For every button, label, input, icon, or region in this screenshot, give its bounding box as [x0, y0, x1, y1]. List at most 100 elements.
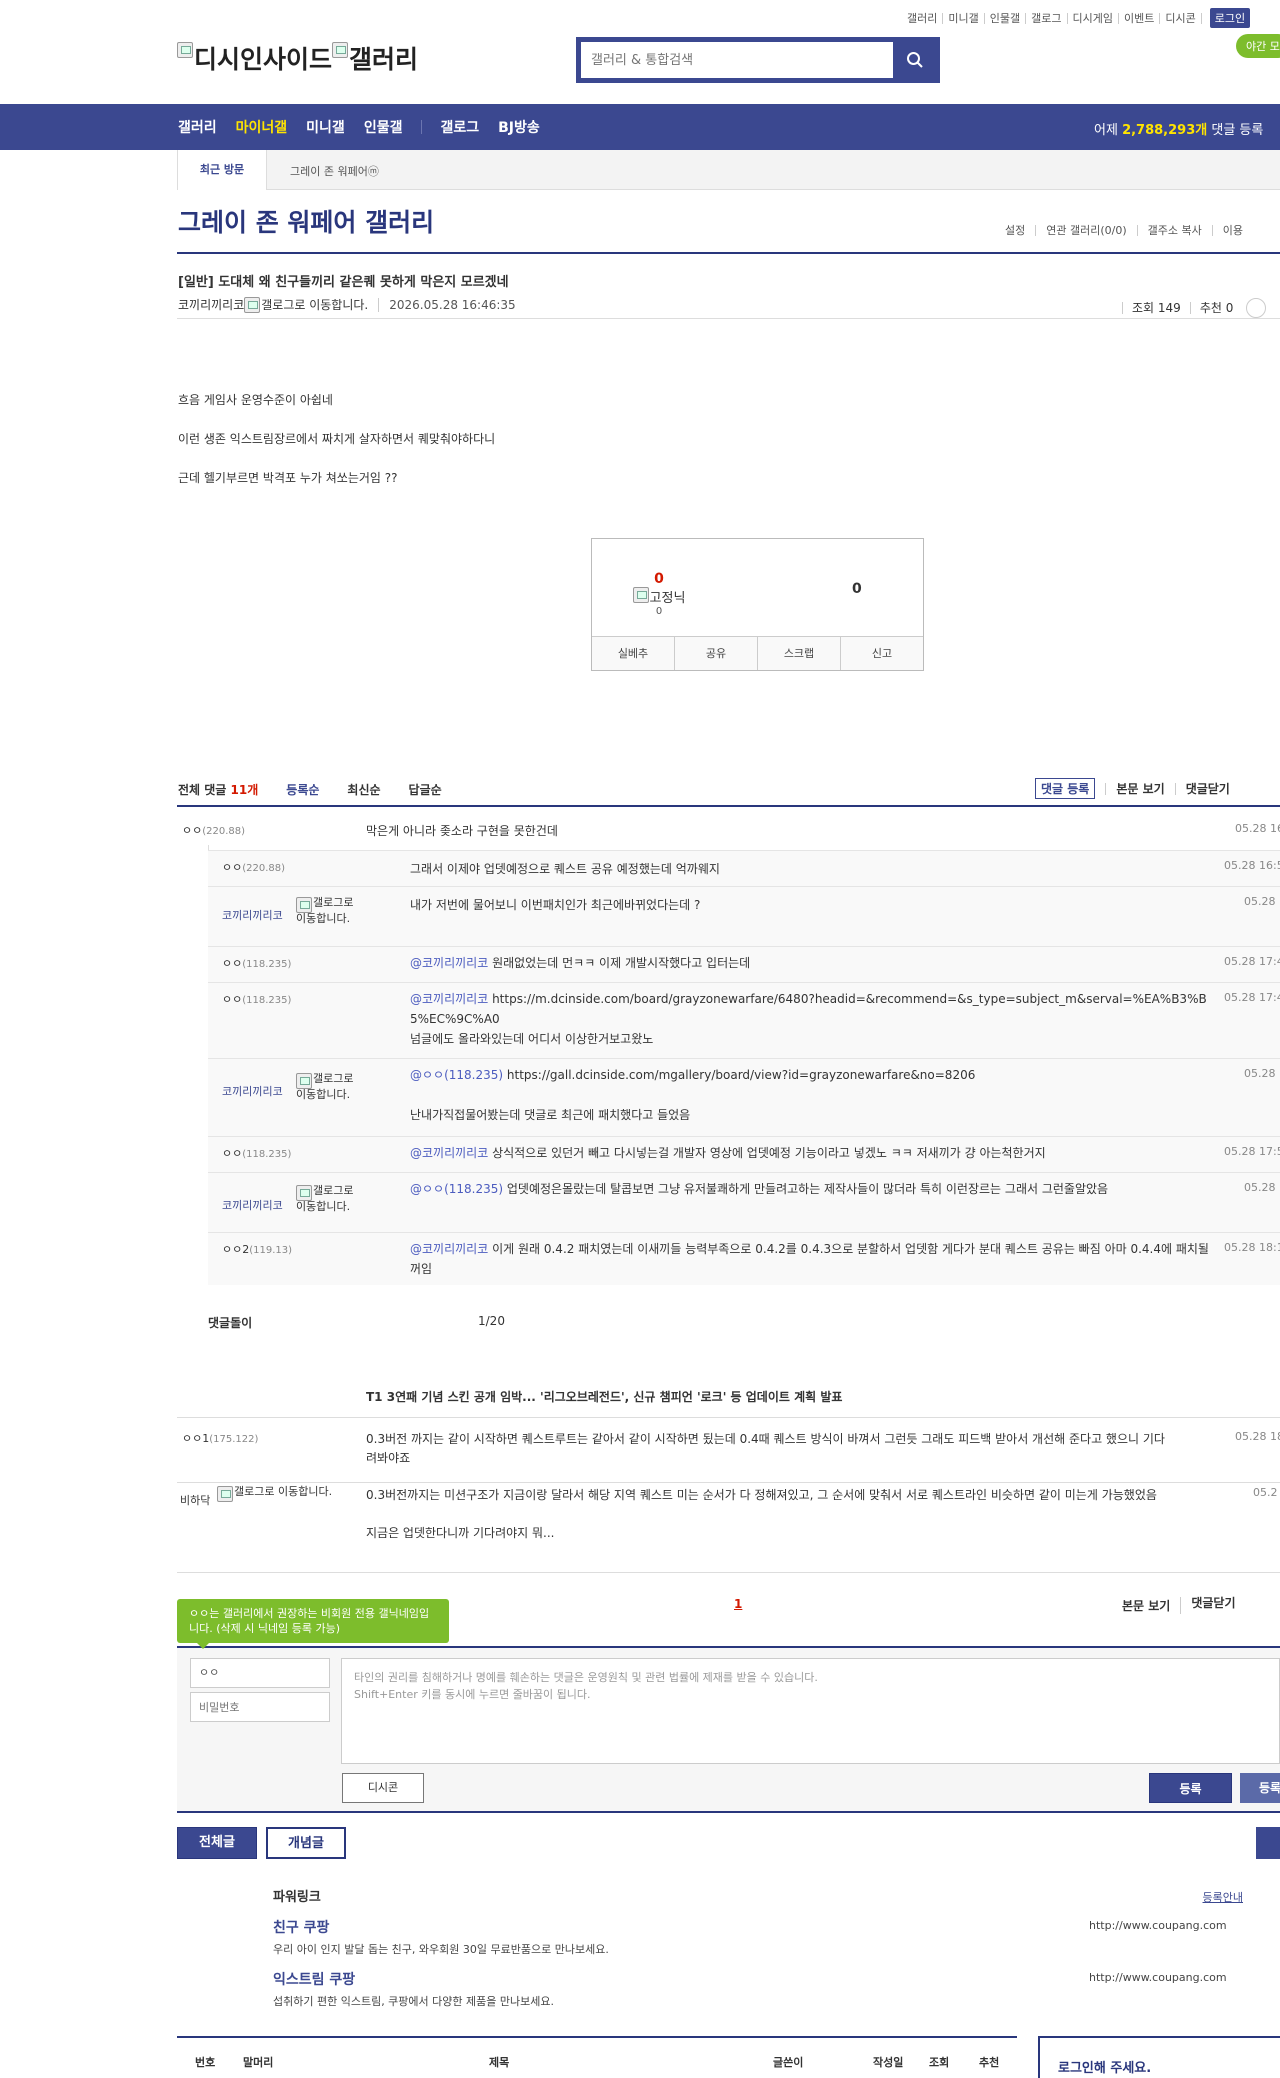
gallery-usage[interactable]: 이용 [1213, 225, 1253, 236]
util-link-game[interactable]: 디시게임 [1068, 12, 1119, 24]
site-logo[interactable]: 디시인사이드 갤러리 [177, 40, 418, 76]
gnb-person[interactable]: 인물갤 [364, 117, 403, 137]
util-link-dccon[interactable]: 디시콘 [1160, 12, 1202, 24]
logo-right-alt: 갤러리 [349, 45, 419, 74]
reply-nick[interactable]: 코끼리끼리코 [222, 1083, 283, 1099]
mention-link[interactable]: @코끼리끼리코 [410, 1242, 488, 1256]
reply-date: 05.28 17:5 [1224, 1145, 1280, 1158]
best-recommend-button[interactable]: 실베추 [592, 637, 675, 670]
submit-comment-button-2[interactable]: 등록 [1240, 1773, 1280, 1803]
divider [177, 1417, 1280, 1418]
tab-concept-posts[interactable]: 개념글 [266, 1827, 346, 1859]
ad-url[interactable]: http://www.coupang.com [1089, 1919, 1227, 1932]
comment-page-1[interactable]: 1 [734, 1597, 742, 1611]
mention-link[interactable]: @코끼리끼리코 [410, 956, 488, 970]
gnb-minor[interactable]: 마이너갤 [236, 117, 288, 137]
gallog-icon[interactable] [296, 897, 312, 913]
reply-row: ㅇㅇ(118.235) @코끼리끼리코 https://m.dcinside.c… [208, 982, 1280, 1058]
more-options-icon[interactable] [1246, 298, 1267, 318]
tab-all-posts[interactable]: 전체글 [177, 1827, 257, 1859]
mention-link[interactable]: @ㅇㅇ(118.235) [410, 1182, 503, 1196]
post-author[interactable]: 코끼리끼리코 [178, 296, 244, 313]
reply-row: ㅇㅇ2(119.13) @코끼리끼리코 이게 원래 0.4.2 패치였는데 이새… [208, 1232, 1280, 1285]
news-banner[interactable]: T1 3연패 기념 스킨 공개 임박... '리그오브레전드', 신규 챔피언 … [366, 1388, 842, 1405]
gallery-title[interactable]: 그레이 존 워페어 갤러리 [178, 203, 434, 239]
reply-link[interactable]: https://m.dcinside.com/board/grayzonewar… [410, 992, 1207, 1026]
gallery-settings[interactable]: 설정 [1005, 225, 1037, 236]
reply-nick: ㅇㅇ(118.235) [222, 957, 292, 970]
view-body-button[interactable]: 본문 보기 [1105, 782, 1165, 795]
gnb-bj[interactable]: BJ방송 [498, 117, 540, 137]
sort-replies[interactable]: 답글순 [409, 781, 442, 798]
reply-body: 이게 원래 0.4.2 패치였는데 이새끼들 능력부족으로 0.4.2를 0.4… [410, 1242, 1209, 1276]
night-mode-toggle[interactable]: 야간 모 [1236, 34, 1280, 58]
nickname-field[interactable]: ㅇㅇ [190, 1658, 330, 1688]
reply-link[interactable]: https://gall.dcinside.com/mgallery/board… [503, 1068, 975, 1082]
reply-nick[interactable]: 코끼리끼리코 [222, 907, 283, 923]
downvote-count[interactable]: 0 [852, 581, 862, 597]
submit-comment-button[interactable]: 등록 [1149, 1773, 1232, 1803]
gallog-alt[interactable]: 갤로그로 이동합니다. [234, 1485, 332, 1498]
write-button[interactable] [1256, 1827, 1280, 1859]
report-button[interactable]: 신고 [841, 637, 923, 670]
gallog-link: 갤로그로 이동합니다. [296, 1073, 366, 1101]
related-galleries[interactable]: 연관 갤러리(0/0) [1036, 225, 1138, 236]
close-comments-button[interactable]: 댓글닫기 [1180, 1597, 1236, 1614]
powerlink-title: 파워링크 [273, 1890, 321, 1905]
dolly-page[interactable]: 1/20 [478, 1314, 505, 1328]
util-link-event[interactable]: 이벤트 [1119, 12, 1161, 24]
login-box[interactable]: 로그인해 주세요. [1038, 2036, 1280, 2078]
recent-visit-title[interactable]: 최근 방문 [177, 150, 267, 190]
reply-nick[interactable]: 코끼리끼리코 [222, 1197, 283, 1213]
textarea-hint: 타인의 권리를 침해하거나 명예를 훼손하는 댓글은 운영원칙 및 관련 법률에… [354, 1671, 818, 1684]
sort-registered[interactable]: 등록순 [286, 781, 319, 798]
ad-item[interactable]: 친구 쿠팡 우리 아이 인지 발달 돕는 친구, 와우회원 30일 무료반품으로… [273, 1917, 1243, 1957]
password-field[interactable] [190, 1692, 330, 1722]
post-views: 조회 149 [1122, 302, 1190, 314]
recent-visit-item[interactable]: 그레이 존 워페어ⓜ [290, 163, 379, 179]
sort-latest[interactable]: 최신순 [347, 781, 380, 798]
powerlink-guide[interactable]: 등록안내 [1203, 1889, 1243, 1905]
util-link-gallery[interactable]: 갤러리 [902, 12, 944, 24]
gallog-icon[interactable] [217, 1486, 233, 1502]
gnb-gallog[interactable]: 갤로그 [440, 117, 479, 137]
close-comments-button[interactable]: 댓글닫기 [1174, 782, 1230, 795]
reply-row: ㅇㅇ(118.235) @코끼리끼리코 상식적으로 있던거 빼고 다시넣는걸 개… [208, 1136, 1280, 1172]
login-prompt[interactable]: 로그인해 주세요. [1058, 2057, 1151, 2076]
scrap-button[interactable]: 스크랩 [758, 637, 841, 670]
util-link-gallog[interactable]: 갤로그 [1026, 12, 1068, 24]
util-link-minor[interactable]: 미니갤 [943, 12, 985, 24]
gallog-alt[interactable]: 갤로그로 이동합니다. [261, 296, 368, 313]
col-head: 말머리 [243, 2056, 274, 2069]
gallog-icon[interactable] [296, 1185, 312, 1201]
login-button[interactable]: 로그인 [1209, 8, 1251, 28]
share-button[interactable]: 공유 [675, 637, 758, 670]
register-comment-button[interactable]: 댓글 등록 [1035, 778, 1096, 799]
search-input[interactable] [579, 40, 893, 80]
util-link-person[interactable]: 인물갤 [985, 12, 1027, 24]
ad-desc: 섭취하기 편한 익스트림, 쿠팡에서 다양한 제품을 만나보세요. [273, 1995, 554, 2008]
dccon-button[interactable]: 디시콘 [342, 1773, 424, 1803]
gnb-mini[interactable]: 미니갤 [306, 117, 345, 137]
ad-url[interactable]: http://www.coupang.com [1089, 1971, 1227, 1984]
mention-link[interactable]: @코끼리끼리코 [410, 1146, 488, 1160]
upvote-area[interactable]: 0 고정닉 0 [624, 571, 694, 617]
comment-textarea[interactable]: 타인의 권리를 침해하거나 명예를 훼손하는 댓글은 운영원칙 및 관련 법률에… [341, 1658, 1280, 1764]
yesterday-comment-stats: 어제 2,788,293개 댓글 등록 [1094, 119, 1263, 138]
reply-date: 05.28 17:4 [1224, 955, 1280, 968]
gallog-icon[interactable] [244, 296, 261, 313]
gallog-link: 갤로그로 이동합니다. [217, 1486, 337, 1502]
gnb-gallery[interactable]: 갤러리 [178, 117, 217, 137]
reply-body: 난내가직접물어봤는데 댓글로 최근에 패치했다고 들었음 [410, 1108, 691, 1122]
view-body-button[interactable]: 본문 보기 [1122, 1597, 1170, 1614]
copy-gallery-url[interactable]: 갤주소 복사 [1138, 225, 1213, 236]
gallog-icon[interactable] [296, 1073, 312, 1089]
mention-link[interactable]: @ㅇㅇ(118.235) [410, 1068, 503, 1082]
reply-text: 그래서 이제야 업뎃예정으로 퀘스트 공유 예정했는데 억까웨지 [410, 862, 720, 876]
top-utility-menu: 갤러리 미니갤 인물갤 갤로그 디시게임 이벤트 디시콘 로그인 [902, 8, 1251, 28]
comment-nick[interactable]: 비하닥 [180, 1492, 210, 1508]
ad-item[interactable]: 익스트림 쿠팡 섭취하기 편한 익스트림, 쿠팡에서 다양한 제품을 만나보세요… [273, 1969, 1243, 2009]
mention-link[interactable]: @코끼리끼리코 [410, 992, 488, 1006]
gallery-options: 설정 연관 갤러리(0/0) 갤주소 복사 이용 [1005, 225, 1253, 236]
search-button[interactable] [893, 40, 937, 80]
